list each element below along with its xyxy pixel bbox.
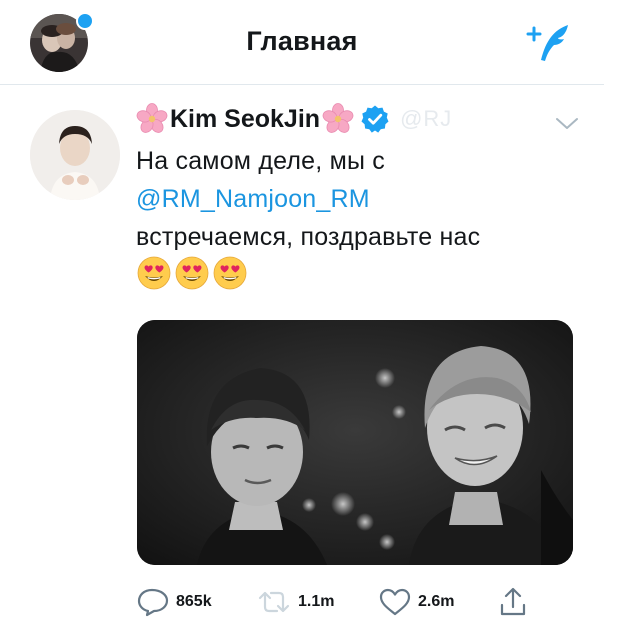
reply-icon: [137, 588, 169, 617]
cherry-blossom-icon: [322, 103, 354, 133]
author-display-name[interactable]: Kim SeokJin: [170, 105, 320, 134]
emoji-row: [136, 255, 248, 295]
compose-tweet-button[interactable]: [524, 22, 576, 66]
cherry-blossom-icon: [136, 103, 168, 133]
chevron-down-icon: [556, 118, 578, 129]
heart-icon: [379, 588, 411, 616]
reply-count: 865k: [176, 593, 212, 610]
share-button[interactable]: [498, 582, 528, 622]
tweet-options-button[interactable]: [552, 112, 582, 134]
top-bar: Главная: [0, 0, 604, 85]
heart-eyes-emoji-icon: [175, 256, 209, 290]
like-count: 2.6m: [418, 593, 455, 610]
tweet-author-row: Kim SeokJin @RJ: [136, 100, 452, 138]
reply-button[interactable]: 865k: [136, 582, 212, 622]
tweet-text-line: встречаемся, поздравьте нас: [136, 223, 481, 251]
mention-link[interactable]: @RM_Namjoon_RM: [136, 180, 596, 218]
share-icon: [500, 587, 526, 616]
heart-eyes-emoji-icon: [213, 256, 247, 290]
tweet-text-line: На самом деле, мы с: [136, 147, 385, 175]
feather-plus-icon: [526, 25, 568, 61]
tweet-action-bar: 865k 1.1m 2.6m: [136, 582, 556, 622]
photo-image: [137, 320, 573, 565]
retweet-count: 1.1m: [298, 593, 335, 610]
page-title: Главная: [246, 26, 358, 56]
retweet-icon: [258, 591, 290, 613]
verified-badge-icon: [361, 105, 389, 133]
author-avatar[interactable]: [30, 110, 120, 200]
author-photo: [30, 110, 120, 200]
timeline-screen: Главная Kim SeokJin @RJ На самом деле, м…: [0, 0, 639, 632]
like-button[interactable]: 2.6m: [378, 582, 454, 622]
author-handle[interactable]: @RJ: [400, 106, 452, 132]
tweet-text: На самом деле, мы с @RM_Namjoon_RM встре…: [136, 142, 596, 256]
retweet-button[interactable]: 1.1m: [256, 582, 334, 622]
tweet-photo[interactable]: [137, 320, 573, 565]
heart-eyes-emoji-icon: [137, 256, 171, 290]
